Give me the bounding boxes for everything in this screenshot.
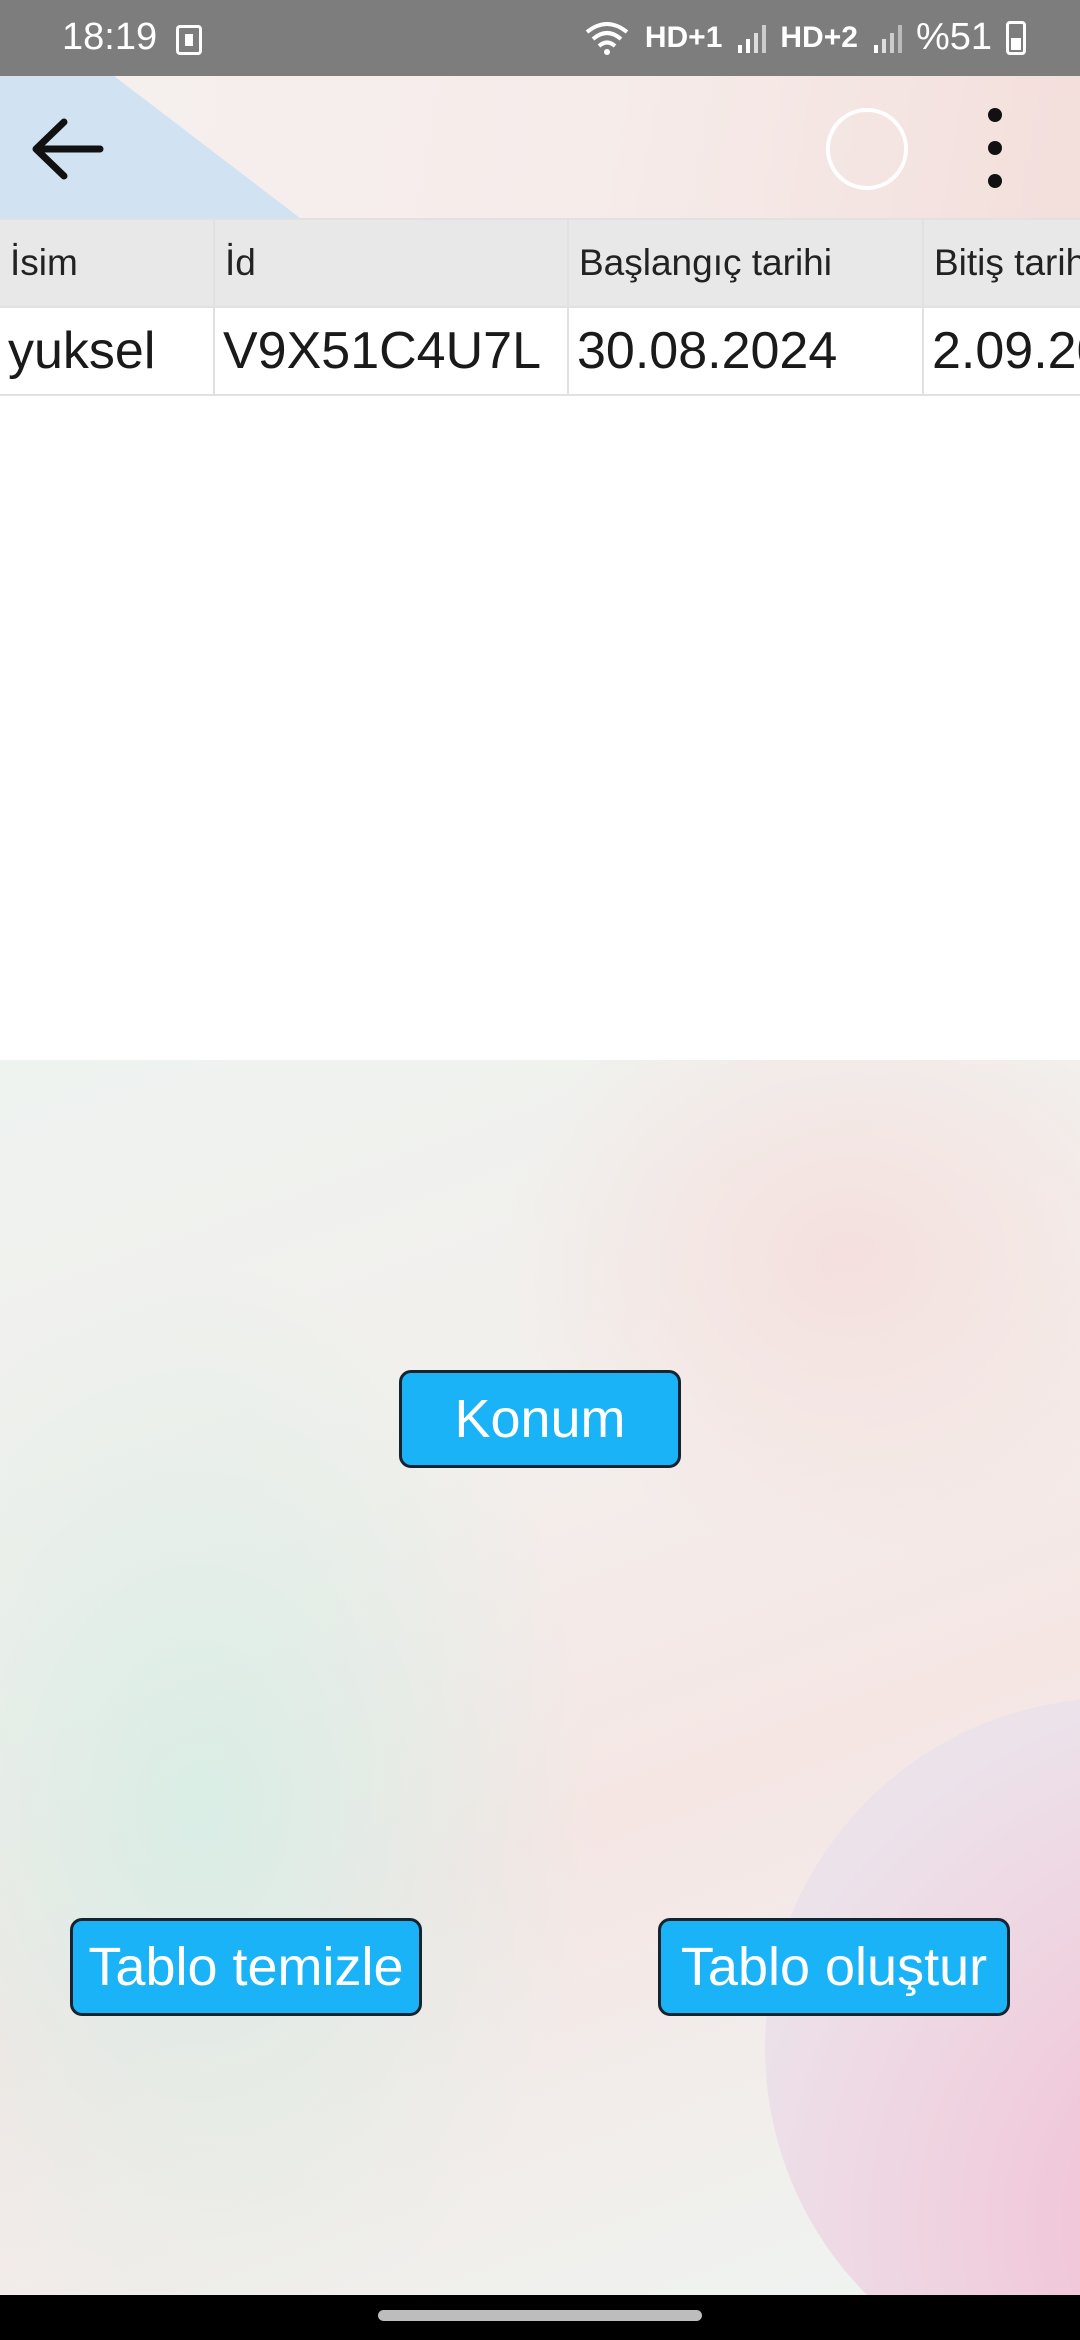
background-tint xyxy=(500,1060,1080,1560)
status-indicators: HD+1 HD+2 %51 xyxy=(583,16,1026,59)
back-arrow-icon[interactable] xyxy=(22,104,112,194)
app-bar xyxy=(0,76,1080,218)
table-header-row: İsim İd Başlangıç tarihi Bitiş tarihi xyxy=(0,218,1080,308)
background-panel xyxy=(0,1060,1080,2295)
create-table-button[interactable]: Tablo oluştur xyxy=(658,1918,1010,2016)
circle-icon[interactable] xyxy=(826,108,908,190)
navigation-bar xyxy=(0,2295,1080,2340)
battery-icon xyxy=(1006,20,1026,55)
wifi-icon xyxy=(585,21,629,55)
table-row[interactable]: yuksel V9X51C4U7L 30.08.2024 2.09.2024 xyxy=(0,306,1080,396)
status-time: 18:19 xyxy=(62,16,158,58)
app-notification-icon xyxy=(176,25,202,55)
signal-1-icon xyxy=(738,24,767,53)
table-area: İsim İd Başlangıç tarihi Bitiş tarihi yu… xyxy=(0,218,1080,1060)
cell-bitis[interactable]: 2.09.2024 xyxy=(922,306,1080,396)
cell-baslangic[interactable]: 30.08.2024 xyxy=(567,306,924,396)
cell-isim[interactable]: yuksel xyxy=(0,306,215,396)
battery-label: %51 xyxy=(915,16,992,58)
status-bar: 18:19 HD+1 HD+2 %51 xyxy=(0,0,1080,76)
home-gesture-handle[interactable] xyxy=(378,2310,702,2321)
network-1-label: HD+1 xyxy=(644,20,723,54)
data-table: İsim İd Başlangıç tarihi Bitiş tarihi yu… xyxy=(0,218,1080,396)
clear-table-button[interactable]: Tablo temizle xyxy=(70,1918,422,2016)
signal-2-icon xyxy=(873,24,902,53)
cell-id[interactable]: V9X51C4U7L xyxy=(213,306,569,396)
column-header-bitis[interactable]: Bitiş tarihi xyxy=(922,218,1080,308)
column-header-isim[interactable]: İsim xyxy=(0,218,215,308)
more-vert-icon[interactable] xyxy=(972,100,1018,196)
column-header-baslangic[interactable]: Başlangıç tarihi xyxy=(567,218,924,308)
column-header-id[interactable]: İd xyxy=(213,218,569,308)
network-2-label: HD+2 xyxy=(780,20,858,54)
konum-button[interactable]: Konum xyxy=(399,1370,681,1468)
